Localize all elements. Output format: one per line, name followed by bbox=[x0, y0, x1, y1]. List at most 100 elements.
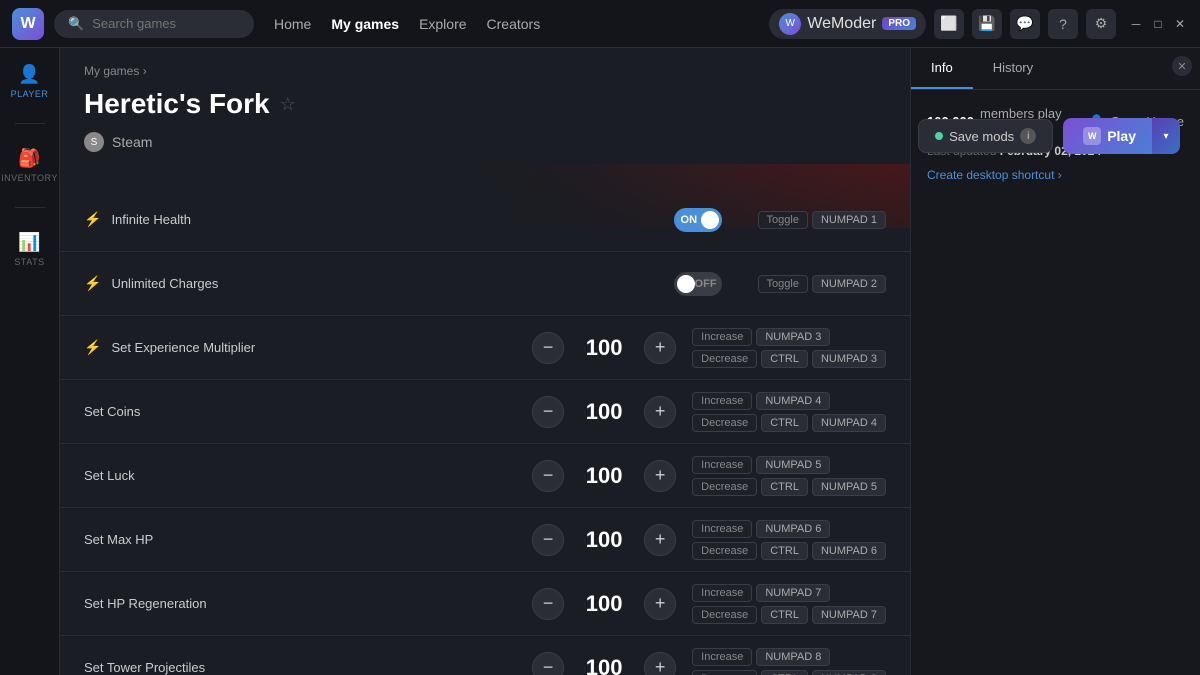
hotkey-decrease-4[interactable]: Decrease bbox=[692, 478, 757, 496]
sidebar: 👤 Player 🎒 Inventory 📊 Stats bbox=[0, 48, 60, 675]
hotkey-group-4: Increase NUMPAD 5 Decrease CTRL NUMPAD 5 bbox=[692, 456, 886, 496]
hotkey-group-1: Toggle NUMPAD 2 bbox=[758, 275, 886, 293]
hotkey-key-7-0[interactable]: NUMPAD 8 bbox=[756, 648, 830, 666]
nav-mygames[interactable]: My games bbox=[331, 16, 399, 32]
hotkey-row-0-0: Toggle NUMPAD 1 bbox=[758, 211, 886, 229]
decrease-maxhp-button[interactable]: − bbox=[532, 524, 564, 556]
hotkey-decrease-2[interactable]: Decrease bbox=[692, 350, 757, 368]
hotkey-key-3-1[interactable]: NUMPAD 4 bbox=[812, 414, 886, 432]
breadcrumb-separator: › bbox=[143, 64, 147, 78]
sidebar-item-player[interactable]: 👤 Player bbox=[11, 64, 49, 99]
hotkey-key-0-0[interactable]: NUMPAD 1 bbox=[812, 211, 886, 229]
hotkey-key-5-1[interactable]: NUMPAD 6 bbox=[812, 542, 886, 560]
decrease-coins-button[interactable]: − bbox=[532, 396, 564, 428]
steam-icon: S bbox=[84, 132, 104, 152]
hotkey-row-6-1: Decrease CTRL NUMPAD 7 bbox=[692, 606, 886, 624]
breadcrumb-parent[interactable]: My games bbox=[84, 64, 139, 78]
hotkey-increase-4[interactable]: Increase bbox=[692, 456, 752, 474]
nav-home[interactable]: Home bbox=[274, 16, 311, 32]
nav-explore[interactable]: Explore bbox=[419, 16, 466, 32]
hotkey-decrease-3[interactable]: Decrease bbox=[692, 414, 757, 432]
increase-luck-button[interactable]: + bbox=[644, 460, 676, 492]
save-mods-button[interactable]: Save mods i bbox=[918, 119, 1053, 153]
hotkey-row-2-0: Increase NUMPAD 3 bbox=[692, 328, 886, 346]
hotkey-group-2: Increase NUMPAD 3 Decrease CTRL NUMPAD 3 bbox=[692, 328, 886, 368]
hotkey-ctrl-6[interactable]: CTRL bbox=[761, 606, 808, 624]
decrease-experience-button[interactable]: − bbox=[532, 332, 564, 364]
hotkey-key-6-0[interactable]: NUMPAD 7 bbox=[756, 584, 830, 602]
toggle-wrap-infinite-health: ON bbox=[674, 208, 722, 232]
hotkey-row-7-1: Decrease CTRL NUMPAD 8 bbox=[692, 670, 886, 675]
hotkey-ctrl-3[interactable]: CTRL bbox=[761, 414, 808, 432]
discord-icon[interactable]: 💬 bbox=[1010, 9, 1040, 39]
save-mods-info-icon[interactable]: i bbox=[1020, 128, 1036, 144]
hotkey-action-0-0[interactable]: Toggle bbox=[758, 211, 808, 229]
search-input[interactable] bbox=[92, 16, 232, 31]
hotkey-increase-7[interactable]: Increase bbox=[692, 648, 752, 666]
stepper-value-coins: 100 bbox=[574, 399, 634, 425]
hotkey-ctrl-2[interactable]: CTRL bbox=[761, 350, 808, 368]
toggle-unlimited-charges[interactable]: OFF bbox=[674, 272, 722, 296]
play-button[interactable]: W Play bbox=[1063, 118, 1156, 154]
window-controls: ─ □ ✕ bbox=[1128, 16, 1188, 32]
decrease-hpregen-button[interactable]: − bbox=[532, 588, 564, 620]
create-shortcut-link[interactable]: Create desktop shortcut › bbox=[927, 168, 1184, 182]
hotkey-decrease-5[interactable]: Decrease bbox=[692, 542, 757, 560]
hotkey-ctrl-7[interactable]: CTRL bbox=[761, 670, 808, 675]
hotkey-increase-2[interactable]: Increase bbox=[692, 328, 752, 346]
action-buttons: Save mods i W Play ▾ bbox=[918, 118, 1180, 154]
hotkey-key-7-1[interactable]: NUMPAD 8 bbox=[812, 670, 886, 675]
decrease-luck-button[interactable]: − bbox=[532, 460, 564, 492]
increase-experience-button[interactable]: + bbox=[644, 332, 676, 364]
hotkey-row-3-0: Increase NUMPAD 4 bbox=[692, 392, 886, 410]
hotkey-increase-6[interactable]: Increase bbox=[692, 584, 752, 602]
increase-coins-button[interactable]: + bbox=[644, 396, 676, 428]
favorite-star-icon[interactable]: ☆ bbox=[280, 94, 296, 115]
hotkey-decrease-6[interactable]: Decrease bbox=[692, 606, 757, 624]
breadcrumb: My games › bbox=[84, 64, 1176, 78]
settings-icon[interactable]: ⚙ bbox=[1086, 9, 1116, 39]
hotkey-key-2-0[interactable]: NUMPAD 3 bbox=[756, 328, 830, 346]
sidebar-item-inventory[interactable]: 🎒 Inventory bbox=[1, 148, 58, 183]
hotkey-key-4-1[interactable]: NUMPAD 5 bbox=[812, 478, 886, 496]
nav-creators[interactable]: Creators bbox=[487, 16, 541, 32]
sidebar-item-stats[interactable]: 📊 Stats bbox=[14, 232, 44, 267]
decrease-tower-button[interactable]: − bbox=[532, 652, 564, 675]
increase-tower-button[interactable]: + bbox=[644, 652, 676, 675]
stepper-value-tower: 100 bbox=[574, 655, 634, 675]
sidebar-player-label: Player bbox=[11, 89, 49, 99]
hotkey-key-6-1[interactable]: NUMPAD 7 bbox=[812, 606, 886, 624]
hotkey-action-1-0[interactable]: Toggle bbox=[758, 275, 808, 293]
hotkey-increase-3[interactable]: Increase bbox=[692, 392, 752, 410]
maximize-button[interactable]: □ bbox=[1150, 16, 1166, 32]
hotkey-key-2-1[interactable]: NUMPAD 3 bbox=[812, 350, 886, 368]
increase-hpregen-button[interactable]: + bbox=[644, 588, 676, 620]
pro-badge: PRO bbox=[882, 17, 916, 30]
minimize-button[interactable]: ─ bbox=[1128, 16, 1144, 32]
mod-row-unlimited-charges: ⚡ Unlimited Charges OFF Toggle NUMPAD 2 bbox=[60, 252, 910, 316]
app-logo[interactable]: W bbox=[12, 8, 44, 40]
hotkey-key-1-0[interactable]: NUMPAD 2 bbox=[812, 275, 886, 293]
user-badge[interactable]: W WeModer PRO bbox=[769, 9, 926, 39]
toggle-infinite-health[interactable]: ON bbox=[674, 208, 722, 232]
increase-maxhp-button[interactable]: + bbox=[644, 524, 676, 556]
play-dropdown-button[interactable]: ▾ bbox=[1152, 118, 1180, 154]
hotkey-key-3-0[interactable]: NUMPAD 4 bbox=[756, 392, 830, 410]
stepper-value-hpregen: 100 bbox=[574, 591, 634, 617]
hotkey-decrease-7[interactable]: Decrease bbox=[692, 670, 757, 675]
hotkey-row-3-1: Decrease CTRL NUMPAD 4 bbox=[692, 414, 886, 432]
hotkey-ctrl-5[interactable]: CTRL bbox=[761, 542, 808, 560]
hotkey-key-5-0[interactable]: NUMPAD 6 bbox=[756, 520, 830, 538]
mod-row-tower: Set Tower Projectiles − 100 + Increase N… bbox=[60, 636, 910, 675]
stepper-coins: − 100 + bbox=[532, 396, 676, 428]
help-icon[interactable]: ? bbox=[1048, 9, 1078, 39]
icon-btn-1[interactable]: ⬜ bbox=[934, 9, 964, 39]
close-button[interactable]: ✕ bbox=[1172, 16, 1188, 32]
hotkey-key-4-0[interactable]: NUMPAD 5 bbox=[756, 456, 830, 474]
search-box[interactable]: 🔍 bbox=[54, 10, 254, 38]
avatar: W bbox=[779, 13, 801, 35]
we-logo-icon: W bbox=[1083, 127, 1101, 145]
hotkey-ctrl-4[interactable]: CTRL bbox=[761, 478, 808, 496]
hotkey-increase-5[interactable]: Increase bbox=[692, 520, 752, 538]
icon-btn-2[interactable]: 💾 bbox=[972, 9, 1002, 39]
